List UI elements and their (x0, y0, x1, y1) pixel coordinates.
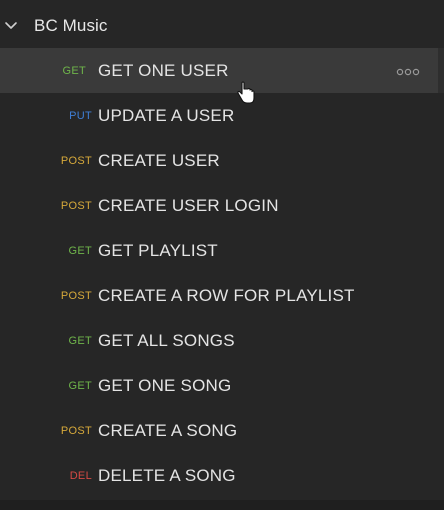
collection-name: BC Music (34, 16, 108, 35)
method-badge: GET (62, 65, 86, 77)
request-item-get-playlist[interactable]: GET GET PLAYLIST (0, 228, 444, 273)
request-name: GET ONE SONG (98, 376, 232, 395)
method-badge: POST (60, 425, 92, 437)
panel-bottom-edge (0, 500, 444, 510)
request-name: CREATE USER LOGIN (98, 196, 279, 215)
method-badge: POST (60, 290, 92, 302)
method-badge: POST (60, 155, 92, 167)
sidebar-panel: BC Music GET GET ONE USER PUT UPDATE A U… (0, 0, 444, 510)
method-badge: PUT (69, 110, 92, 122)
request-name: UPDATE A USER (98, 106, 235, 125)
request-name: DELETE A SONG (98, 466, 236, 485)
request-name: CREATE A ROW FOR PLAYLIST (98, 286, 355, 305)
request-item-update-a-user[interactable]: PUT UPDATE A USER (0, 93, 444, 138)
method-badge: GET (68, 245, 92, 257)
method-badge: GET (68, 335, 92, 347)
method-badge: POST (60, 200, 92, 212)
request-name: CREATE A SONG (98, 421, 238, 440)
request-item-create-user-login[interactable]: POST CREATE USER LOGIN (0, 183, 444, 228)
collection-header[interactable]: BC Music (0, 4, 444, 48)
more-options-icon[interactable] (396, 68, 420, 76)
request-item-create-a-song[interactable]: POST CREATE A SONG (0, 408, 444, 453)
request-name: CREATE USER (98, 151, 220, 170)
request-name: GET PLAYLIST (98, 241, 218, 260)
request-item-create-user[interactable]: POST CREATE USER (0, 138, 444, 183)
request-item-create-a-row-for-playlist[interactable]: POST CREATE A ROW FOR PLAYLIST (0, 273, 444, 318)
request-item-delete-a-song[interactable]: DEL DELETE A SONG (0, 453, 444, 498)
method-badge: DEL (69, 470, 92, 482)
request-name: GET ONE USER (98, 61, 229, 80)
request-list: GET GET ONE USER PUT UPDATE A USER POST … (0, 48, 444, 498)
chevron-down-icon[interactable] (3, 17, 19, 33)
request-item-get-one-user[interactable]: GET GET ONE USER (0, 48, 438, 104)
method-badge: GET (68, 380, 92, 392)
request-item-get-all-songs[interactable]: GET GET ALL SONGS (0, 318, 444, 363)
request-name: GET ALL SONGS (98, 331, 235, 350)
request-item-get-one-song[interactable]: GET GET ONE SONG (0, 363, 444, 408)
